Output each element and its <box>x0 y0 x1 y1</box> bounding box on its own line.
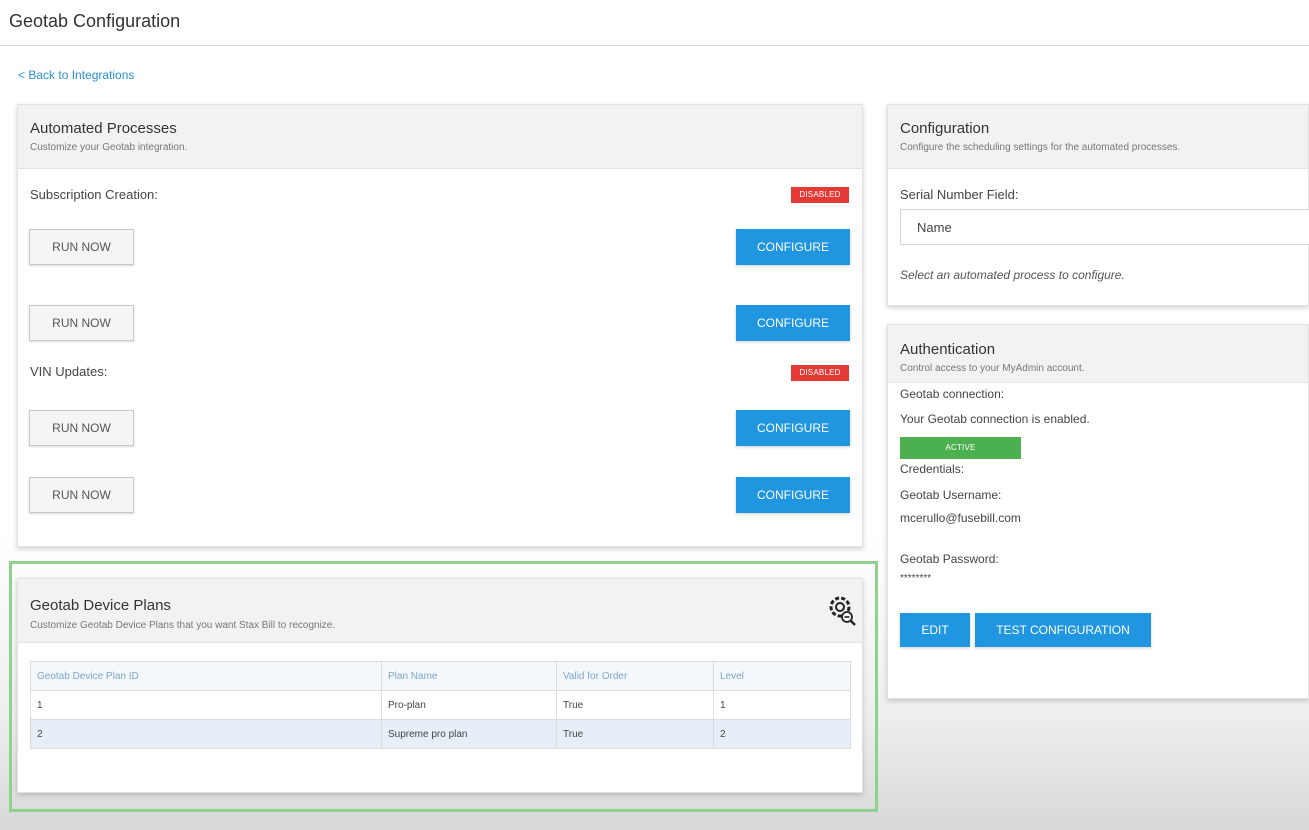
configure-button[interactable]: CONFIGURE <box>736 477 850 513</box>
run-now-label: RUN NOW <box>52 488 111 502</box>
authentication-panel: Authentication Control access to your My… <box>887 324 1309 699</box>
automated-processes-subtitle: Customize your Geotab integration. <box>30 142 188 153</box>
configuration-title: Configuration <box>900 120 990 137</box>
serial-number-field-label: Serial Number Field: <box>900 187 1019 202</box>
automated-processes-title: Automated Processes <box>30 120 177 137</box>
configure-label: CONFIGURE <box>757 316 829 330</box>
subscription-status-badge: DISABLED <box>791 187 849 203</box>
configure-button[interactable]: CONFIGURE <box>736 229 850 265</box>
vin-updates-label: VIN Updates: <box>30 364 108 379</box>
configure-button[interactable]: CONFIGURE <box>736 410 850 446</box>
edit-button[interactable]: EDIT <box>900 613 970 647</box>
run-now-label: RUN NOW <box>52 421 111 435</box>
authentication-subtitle: Control access to your MyAdmin account. <box>900 363 1085 374</box>
authentication-header: Authentication Control access to your My… <box>888 325 1308 383</box>
run-now-button[interactable]: RUN NOW <box>29 477 134 513</box>
run-now-label: RUN NOW <box>52 316 111 330</box>
automated-processes-header: Automated Processes Customize your Geota… <box>18 105 862 169</box>
configuration-subtitle: Configure the scheduling settings for th… <box>900 142 1181 153</box>
page-header: Geotab Configuration <box>0 0 1309 46</box>
configuration-header: Configuration Configure the scheduling s… <box>888 105 1308 169</box>
geotab-password-value: ******** <box>900 573 932 584</box>
configuration-panel: Configuration Configure the scheduling s… <box>887 104 1309 306</box>
run-now-button[interactable]: RUN NOW <box>29 305 134 341</box>
vin-status-badge: DISABLED <box>791 365 849 381</box>
geotab-username-value: mcerullo@fusebill.com <box>900 511 1021 525</box>
device-plans-highlight-outline <box>9 561 878 812</box>
geotab-connection-label: Geotab connection: <box>900 387 1005 401</box>
serial-number-field-value: Name <box>917 219 952 235</box>
authentication-title: Authentication <box>900 341 996 358</box>
test-configuration-button[interactable]: TEST CONFIGURATION <box>975 613 1151 647</box>
automated-processes-panel: Automated Processes Customize your Geota… <box>17 104 863 547</box>
edit-label: EDIT <box>921 623 949 637</box>
run-now-button[interactable]: RUN NOW <box>29 410 134 446</box>
back-to-integrations-link[interactable]: < Back to Integrations <box>18 68 134 82</box>
configure-label: CONFIGURE <box>757 488 829 502</box>
credentials-label: Credentials: <box>900 462 965 476</box>
subscription-creation-label: Subscription Creation: <box>30 187 158 202</box>
configure-label: CONFIGURE <box>757 421 829 435</box>
configure-hint-text: Select an automated process to configure… <box>900 268 1125 282</box>
geotab-password-label: Geotab Password: <box>900 552 999 566</box>
page-title: Geotab Configuration <box>9 11 181 31</box>
connection-active-badge: ACTIVE <box>900 437 1021 459</box>
run-now-label: RUN NOW <box>52 240 111 254</box>
geotab-connection-status-text: Your Geotab connection is enabled. <box>900 412 1090 426</box>
serial-number-field-select[interactable]: Name <box>900 209 1309 245</box>
test-configuration-label: TEST CONFIGURATION <box>996 623 1130 637</box>
geotab-username-label: Geotab Username: <box>900 488 1002 502</box>
run-now-button[interactable]: RUN NOW <box>29 229 134 265</box>
configure-button[interactable]: CONFIGURE <box>736 305 850 341</box>
configure-label: CONFIGURE <box>757 240 829 254</box>
